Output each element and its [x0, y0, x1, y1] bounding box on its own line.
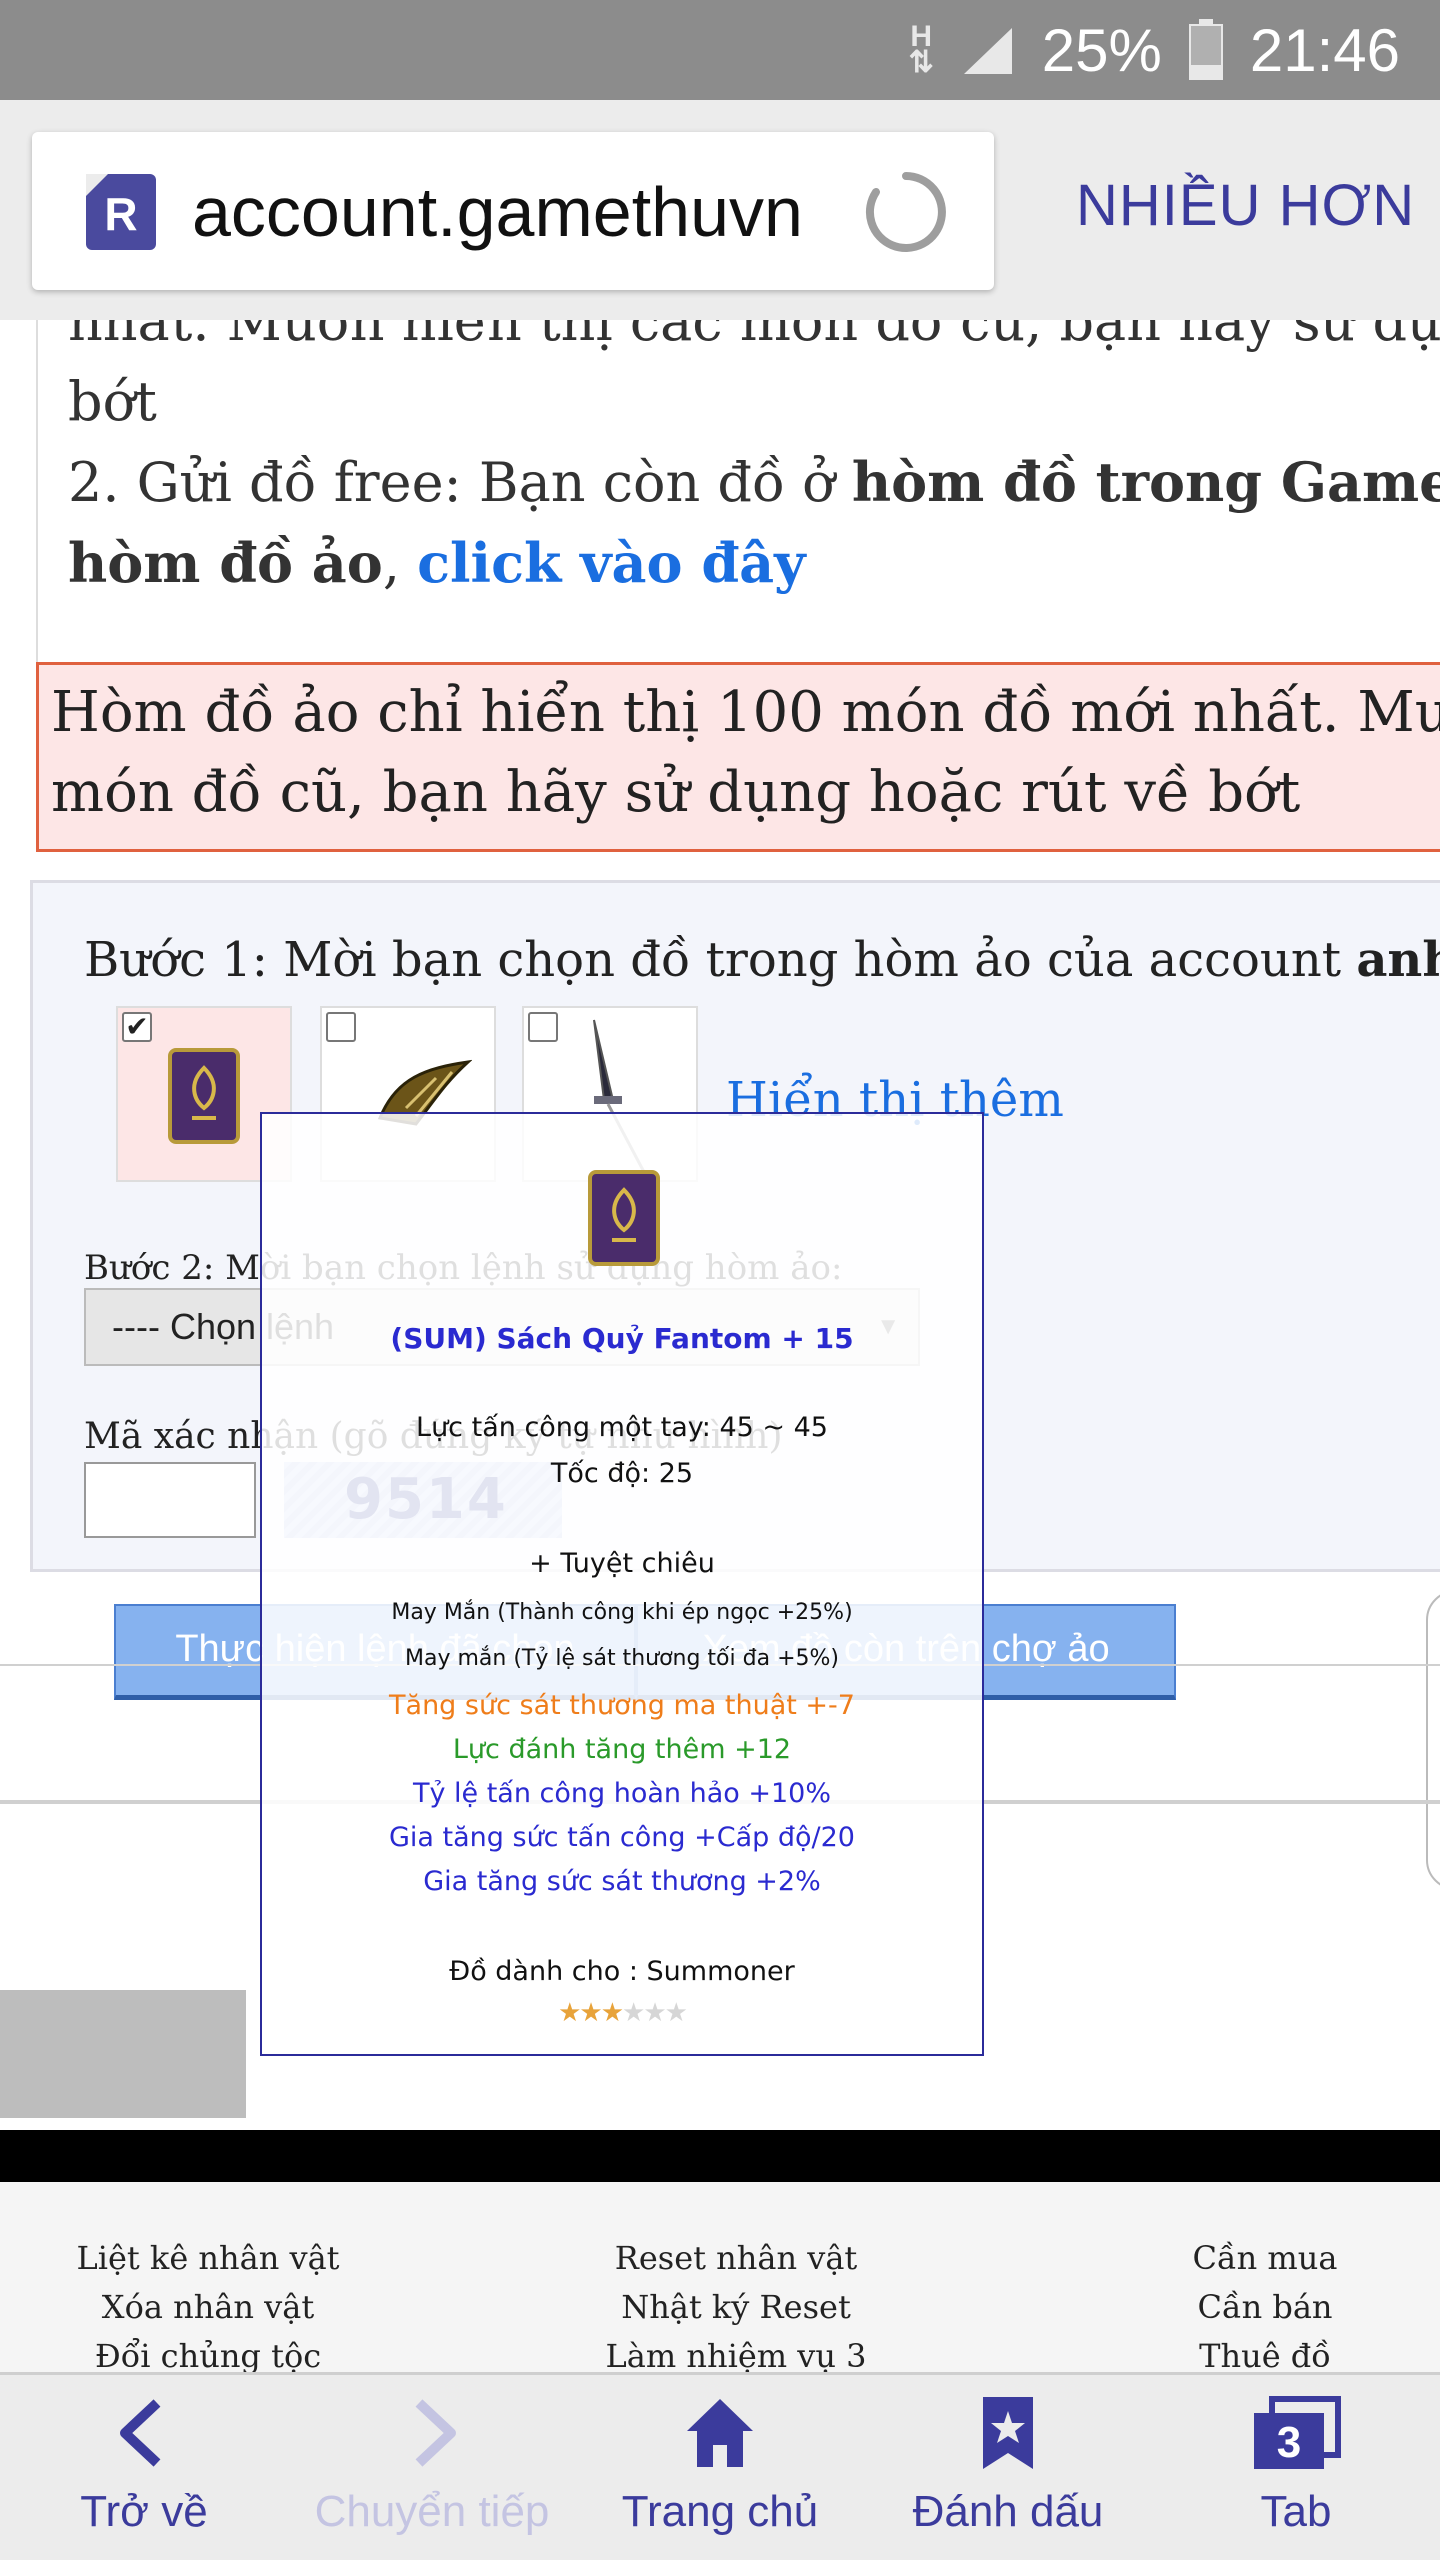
star-filled-icon: ★	[579, 1998, 602, 2028]
item-checkbox[interactable]: ✔	[122, 1012, 152, 1042]
forward-button[interactable]: Chuyển tiếp	[288, 2375, 576, 2560]
step1-label: Bước 1: Mời bạn chọn đồ trong hòm ảo của…	[84, 932, 1440, 988]
site-favicon-icon: R	[86, 174, 156, 250]
black-bar	[0, 2130, 1440, 2182]
home-button[interactable]: Trang chủ	[576, 2375, 864, 2560]
item-speed: Tốc độ: 25	[550, 1458, 694, 1489]
item-rating-stars: ★★★★★★	[262, 1998, 982, 2028]
item-excellent-2: Gia tăng sức tấn công +Cấp độ/20	[388, 1822, 855, 1853]
back-arrow-icon	[120, 2399, 161, 2467]
item-excellent-1: Tỷ lệ tấn công hoàn hảo +10%	[412, 1778, 832, 1809]
star-empty-icon: ★	[664, 1998, 688, 2028]
footer-col-1: Liệt kê nhân vật Xóa nhân vật Đổi chủng …	[70, 2234, 346, 2372]
info-line-3: 2. Gửi đồ free: Bạn còn đồ ở hòm đồ tron…	[68, 450, 1440, 514]
warning-line-1: Hòm đồ ảo chỉ hiển thị 100 món đồ mới nh…	[51, 680, 1440, 745]
bottom-navigation: Trở về Chuyển tiếp Trang chủ Đánh dấu 3 …	[0, 2372, 1440, 2560]
bookmark-button[interactable]: Đánh dấu	[864, 2375, 1152, 2560]
address-bar[interactable]: R account.gamethuvn	[32, 132, 994, 290]
item-tooltip: (SUM) Sách Quỷ Fantom + 15 Lực tấn công …	[260, 1112, 984, 2056]
item-excellent-3: Gia tăng sức sát thương +2%	[423, 1866, 821, 1897]
back-label: Trở về	[80, 2487, 208, 2536]
info-line-1: nhất. Muốn hiển thị các món đồ cũ, bạn h…	[68, 320, 1440, 353]
browser-toolbar: R account.gamethuvn NHIỀU HƠN	[0, 100, 1440, 320]
star-filled-icon: ★	[558, 1998, 581, 2028]
item-luck-2: May mắn (Tỷ lệ sát thương tối đa +5%)	[405, 1646, 839, 1671]
footer-link[interactable]: Cần bán	[1150, 2283, 1380, 2332]
item-class: Đồ dành cho : Summoner	[449, 1956, 795, 1987]
home-label: Trang chủ	[621, 2487, 819, 2536]
item-name: (SUM) Sách Quỷ Fantom + 15	[390, 1322, 854, 1355]
clock: 21:46	[1249, 16, 1400, 84]
info-line-2: bớt	[68, 370, 157, 433]
forward-label: Chuyển tiếp	[314, 2487, 550, 2536]
gray-block	[0, 1990, 246, 2118]
battery-icon	[1188, 19, 1224, 81]
star-empty-icon: ★	[643, 1998, 666, 2028]
footer-link[interactable]: Liệt kê nhân vật	[70, 2234, 346, 2283]
tabs-label: Tab	[1260, 2487, 1332, 2536]
bookmark-label: Đánh dấu	[912, 2487, 1104, 2536]
star-filled-icon: ★	[600, 1998, 624, 2028]
star-empty-icon: ★	[622, 1998, 645, 2028]
item-option-green: Lực đánh tăng thêm +12	[452, 1734, 792, 1765]
footer-col-3: Cần mua Cần bán Thuê đồ	[1150, 2234, 1380, 2372]
footer-link[interactable]: Reset nhân vật	[596, 2234, 876, 2283]
info-line-4: hòm đồ ảo, click vào đây	[68, 531, 806, 595]
footer-links: Liệt kê nhân vật Xóa nhân vật Đổi chủng …	[0, 2182, 1440, 2372]
reload-icon[interactable]	[862, 168, 950, 256]
footer-link[interactable]: Xóa nhân vật	[70, 2283, 346, 2332]
info-box: nhất. Muốn hiển thị các món đồ cũ, bạn h…	[36, 320, 1440, 670]
forward-arrow-icon	[415, 2399, 456, 2467]
status-bar: H ⇅ 25% 21:46	[0, 0, 1440, 100]
item-luck-1: May Mắn (Thành công khi ép ngọc +25%)	[391, 1600, 853, 1625]
item-checkbox[interactable]	[326, 1012, 356, 1042]
item-attack: Lực tấn công một tay: 45 ~ 45	[416, 1412, 828, 1443]
click-here-link[interactable]: click vào đây	[417, 531, 805, 595]
footer-link[interactable]: Làm nhiệm vụ 3	[596, 2332, 876, 2372]
footer-col-2: Reset nhân vật Nhật ký Reset Làm nhiệm v…	[596, 2234, 876, 2372]
captcha-input[interactable]	[84, 1462, 256, 1538]
network-type-icon: H ⇅	[908, 20, 934, 79]
footer-link[interactable]: Cần mua	[1150, 2234, 1380, 2283]
warning-box: Hòm đồ ảo chỉ hiển thị 100 món đồ mới nh…	[36, 662, 1440, 852]
item-checkbox[interactable]	[528, 1012, 558, 1042]
home-icon	[687, 2399, 753, 2467]
tabs-button[interactable]: 3 Tab	[1152, 2375, 1440, 2560]
book-icon	[588, 1170, 660, 1266]
tabs-icon: 3	[1254, 2396, 1341, 2469]
item-option-orange: Tăng sức sát thương ma thuật +-7	[389, 1690, 855, 1721]
back-button[interactable]: Trở về	[0, 2375, 288, 2560]
battery-percent: 25%	[1041, 16, 1162, 84]
footer-link[interactable]: Thuê đồ	[1150, 2332, 1380, 2372]
footer-link[interactable]: Nhật ký Reset	[596, 2283, 876, 2332]
bookmark-star-icon	[983, 2397, 1033, 2469]
tab-count: 3	[1277, 2418, 1301, 2467]
more-button[interactable]: NHIỀU HƠN	[1076, 172, 1415, 239]
book-icon	[168, 1048, 240, 1144]
item-skill: + Tuyệt chiêu	[529, 1548, 715, 1579]
warning-line-2: món đồ cũ, bạn hãy sử dụng hoặc rút về b…	[51, 760, 1301, 825]
url-text[interactable]: account.gamethuvn	[192, 162, 832, 262]
footer-link[interactable]: Đổi chủng tộc	[70, 2332, 346, 2372]
signal-icon	[960, 24, 1016, 76]
